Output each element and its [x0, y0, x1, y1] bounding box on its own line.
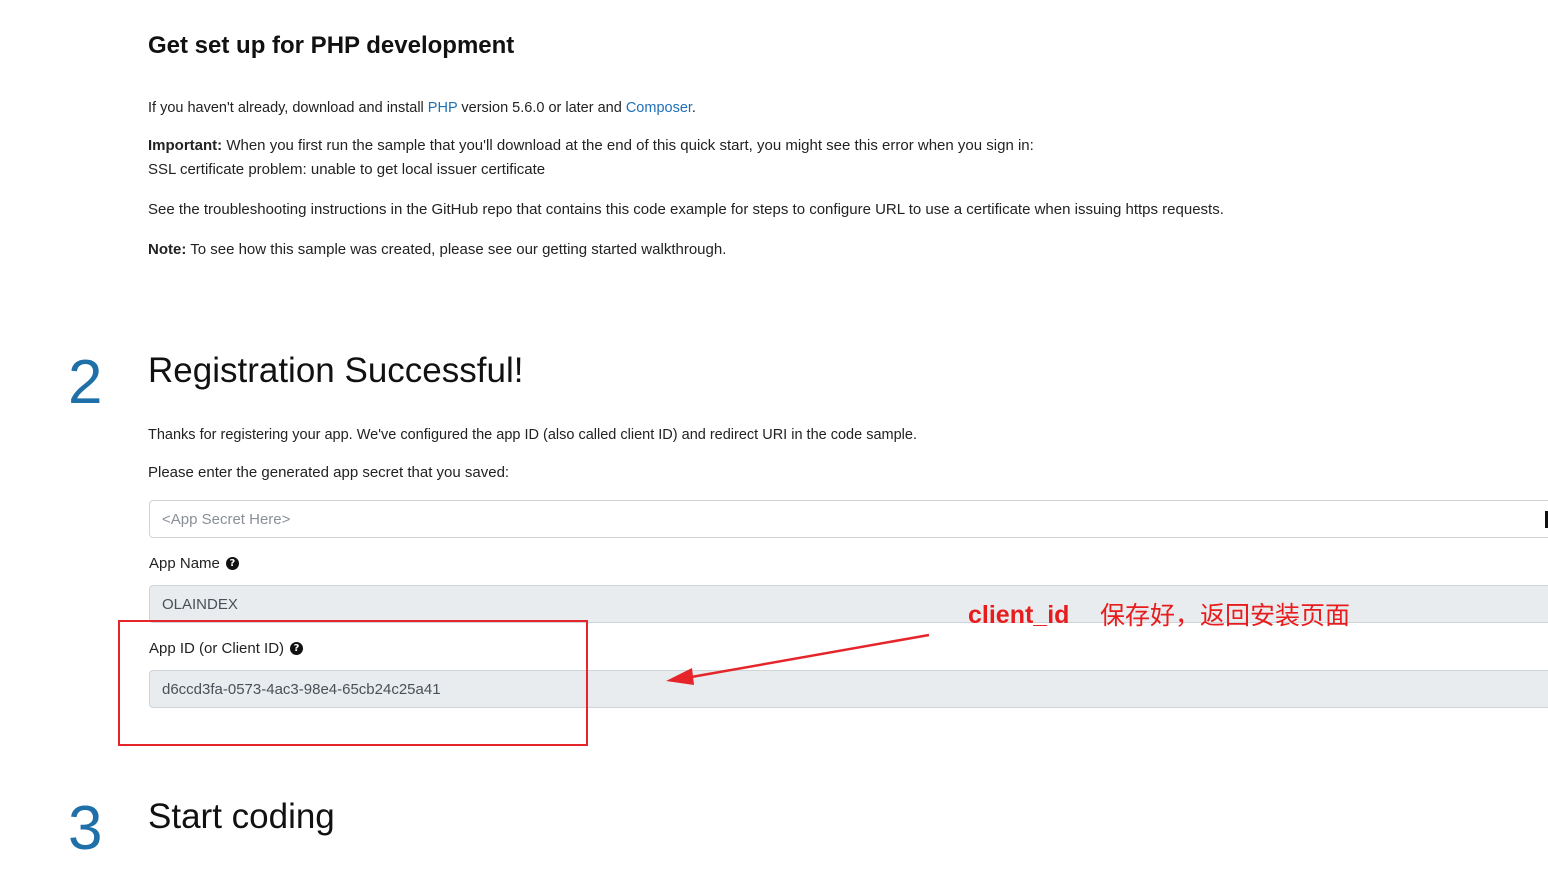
annotation-note: 保存好，返回安装页面 — [1100, 601, 1351, 630]
annotation-arrow — [666, 633, 930, 685]
arrow-shaft — [679, 633, 930, 681]
arrow-head — [666, 668, 694, 685]
page: Get set up for PHP development If you ha… — [0, 0, 1548, 872]
annotation-client-id-label: client_id — [968, 601, 1070, 629]
